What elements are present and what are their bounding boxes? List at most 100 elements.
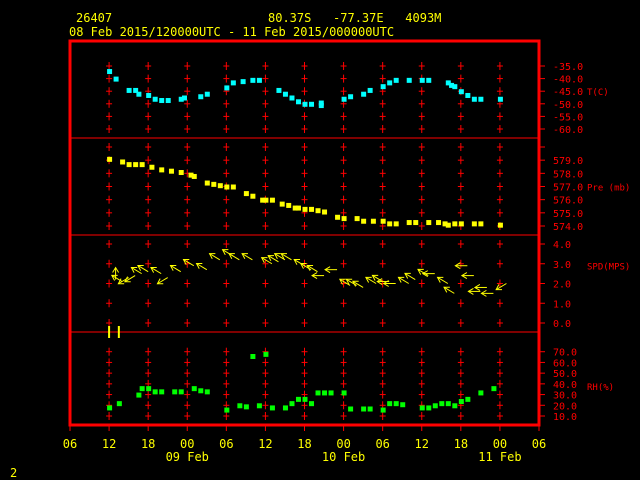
y-tick-label-pres: 576.0 <box>553 196 583 207</box>
data-point-rh <box>243 404 249 410</box>
panel-label-wind: SPD(MPS) <box>587 263 630 273</box>
data-point-pres <box>286 202 292 208</box>
x-tick-label: 18 <box>297 437 311 451</box>
y-tick-label-pres: 578.0 <box>553 169 583 180</box>
x-tick-label: 00 <box>180 437 194 451</box>
x-tick-label: 06 <box>532 437 546 451</box>
data-point-temp <box>302 101 308 107</box>
y-tick-label-temp: -60.0 <box>553 125 583 136</box>
wind-arrow <box>443 286 455 294</box>
data-point-pres <box>178 170 184 176</box>
wind-arrow <box>324 266 338 274</box>
y-tick-label-wind: 1.0 <box>553 299 571 310</box>
data-point-pres <box>224 184 230 190</box>
y-tick-label-wind: 0.0 <box>553 319 571 330</box>
data-point-rh <box>116 401 122 407</box>
data-point-rh <box>419 405 425 411</box>
qc-mark <box>117 326 120 338</box>
data-point-rh <box>452 403 458 409</box>
wind-arrow <box>352 280 364 288</box>
data-point-pres <box>279 201 285 207</box>
data-point-rh <box>263 351 269 357</box>
grid-markers <box>106 62 503 420</box>
x-tick-label: 12 <box>415 437 429 451</box>
panel-label-pres: Pre (mb) <box>587 184 630 194</box>
data-point-pres <box>230 184 236 190</box>
data-point-pres <box>370 218 376 224</box>
y-tick-label-pres: 574.0 <box>553 222 583 233</box>
data-point-temp <box>295 99 301 105</box>
data-point-pres <box>211 181 217 187</box>
data-point-rh <box>439 401 445 407</box>
data-point-pres <box>445 222 451 228</box>
wind-arrow <box>241 253 253 261</box>
meteogram: -35.0 -40.0-45.0 -50.0-55.0 -60.0 T(C) 579.0 5… <box>63 39 630 464</box>
x-date-label: 11 Feb <box>478 450 521 464</box>
wind-arrow <box>404 272 416 280</box>
qc-mark <box>108 326 111 338</box>
data-point-rh <box>224 407 230 413</box>
data-point-pres <box>354 216 360 222</box>
wind-arrow <box>195 263 208 271</box>
data-point-temp <box>152 96 158 102</box>
time-period: 08 Feb 2015/120000UTC - 11 Feb 2015/0000… <box>69 25 395 39</box>
data-point-rh <box>289 401 295 407</box>
data-point-temp <box>465 92 471 98</box>
data-point-rh <box>393 401 399 407</box>
data-point-pres <box>269 197 275 203</box>
y-tick-label-wind: 3.0 <box>553 260 571 271</box>
data-point-pres <box>295 205 301 211</box>
data-point-pres <box>361 218 367 224</box>
data-point-rh <box>478 390 484 396</box>
data-point-temp <box>230 80 236 86</box>
data-point-temp <box>471 96 477 102</box>
data-point-temp <box>276 87 282 93</box>
data-point-pres <box>139 162 145 168</box>
y-tick-label-temp: -35.0 <box>553 62 583 73</box>
data-point-rh <box>302 396 308 402</box>
data-point-rh <box>348 406 354 412</box>
data-point-pres <box>406 220 412 226</box>
data-point-pres <box>341 216 347 222</box>
data-point-pres <box>413 220 419 226</box>
data-point-pres <box>497 222 503 228</box>
y-tick-label-rh: 40.0 <box>553 380 577 391</box>
data-point-temp <box>250 77 256 83</box>
wind-arrow <box>311 272 325 280</box>
data-point-pres <box>126 162 132 168</box>
data-point-rh <box>465 396 471 402</box>
data-point-pres <box>335 214 341 220</box>
x-tick-label: 18 <box>454 437 468 451</box>
data-point-rh <box>458 399 464 404</box>
data-point-pres <box>302 206 308 212</box>
data-point-rh <box>178 389 184 395</box>
data-point-pres <box>309 206 315 212</box>
wind-arrow <box>421 270 435 278</box>
data-point-rh <box>269 405 275 411</box>
station-location: 80.37S -77.37E 4093M <box>268 11 442 25</box>
data-point-temp <box>309 101 315 107</box>
y-tick-label-rh: 70.0 <box>553 348 577 359</box>
y-tick-label-wind: 2.0 <box>553 280 571 291</box>
x-tick-label: 06 <box>63 437 77 451</box>
y-tick-label-pres: 577.0 <box>553 183 583 194</box>
data-point-rh <box>400 402 406 408</box>
x-tick-label: 06 <box>375 437 389 451</box>
data-point-temp <box>224 85 230 91</box>
data-point-pres <box>250 193 256 199</box>
data-point-pres <box>159 167 165 173</box>
panel-label-temp: T(C) <box>587 88 609 98</box>
data-point-pres <box>133 162 139 168</box>
data-point-temp <box>367 87 373 93</box>
data-point-pres <box>478 221 484 227</box>
data-point-pres <box>191 173 197 179</box>
y-tick-label-temp: -40.0 <box>553 75 583 86</box>
data-point-pres <box>452 221 458 227</box>
data-point-rh <box>204 389 210 395</box>
wind-arrow <box>473 284 487 291</box>
wind-arrow <box>460 272 474 280</box>
x-date-label: 10 Feb <box>322 450 365 464</box>
data-point-temp <box>159 98 165 104</box>
data-point-pres <box>436 220 442 226</box>
y-tick-label-wind: 4.0 <box>553 240 571 251</box>
